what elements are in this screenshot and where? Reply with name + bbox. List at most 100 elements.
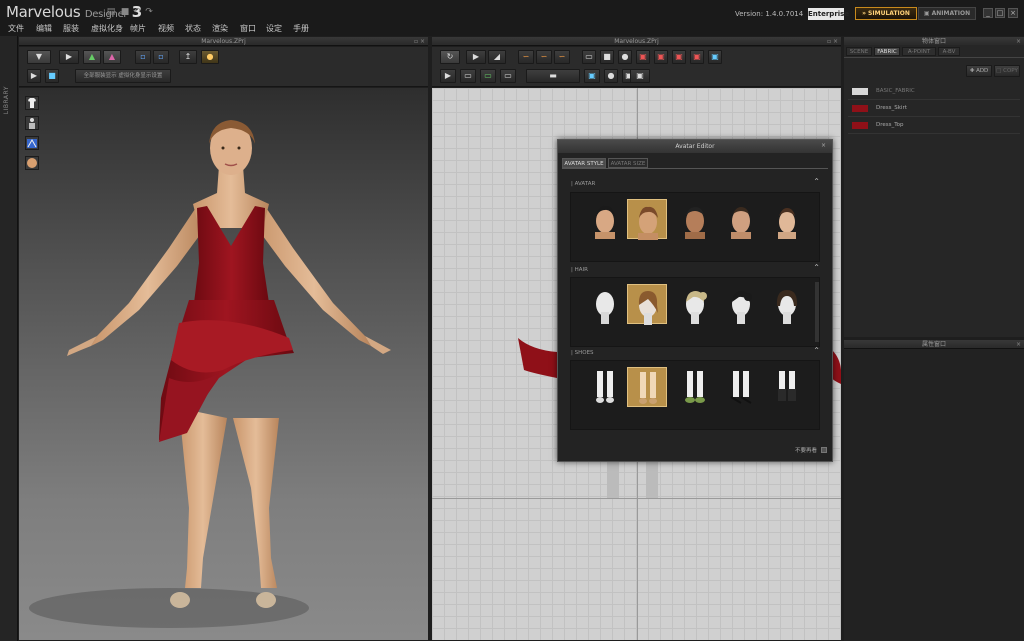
- menu-render[interactable]: 渲染: [212, 23, 228, 34]
- segment-sew-button[interactable]: ▶: [440, 69, 456, 83]
- free-sewing-button[interactable]: ▣: [708, 50, 722, 64]
- fabric-row-basic[interactable]: BASIC_FABRIC: [848, 84, 1020, 100]
- tab-avatar-size[interactable]: AVATAR SIZE: [608, 158, 648, 168]
- garment-show-button[interactable]: ▲: [83, 50, 101, 64]
- polygon-button[interactable]: ▭: [582, 50, 596, 64]
- avatar-thumbnail[interactable]: [675, 199, 715, 239]
- dart-button[interactable]: ▣: [654, 50, 668, 64]
- hair-thumbnail-strip: [570, 277, 820, 347]
- rectangle-button[interactable]: ■: [600, 50, 614, 64]
- record-button[interactable]: ■: [45, 69, 59, 83]
- shoes-thumbnail-strip: [570, 360, 820, 430]
- fabric-name: BASIC_FABRIC: [876, 88, 915, 94]
- zoom-button[interactable]: ●: [604, 69, 618, 83]
- collapse-icon[interactable]: ⌃: [813, 263, 820, 272]
- edit-point-button[interactable]: ◢: [488, 50, 506, 64]
- tab-scene[interactable]: SCENE: [846, 47, 872, 56]
- shoes-thumbnail[interactable]: [585, 367, 625, 407]
- menu-file[interactable]: 文件: [8, 23, 24, 34]
- add-point-button[interactable]: ∽: [554, 50, 570, 64]
- menu-manual[interactable]: 手册: [293, 23, 309, 34]
- trace-button[interactable]: ▣: [672, 50, 686, 64]
- menu-state[interactable]: 状态: [185, 23, 201, 34]
- rotate-pattern-button[interactable]: ↻: [440, 50, 460, 64]
- avatar-thumbnail-selected[interactable]: [627, 199, 667, 240]
- shoes-thumbnail[interactable]: [721, 367, 761, 407]
- avatar-thumbnail[interactable]: [767, 199, 807, 239]
- tab-avatar-style[interactable]: AVATAR STYLE: [562, 158, 606, 168]
- grid-toggle-button[interactable]: ▣: [630, 69, 650, 83]
- menu-edit[interactable]: 编辑: [36, 23, 52, 34]
- panel-controls-icon[interactable]: ▫ ×: [414, 37, 425, 46]
- fold-2d-button[interactable]: ▭: [500, 69, 516, 83]
- circle-button[interactable]: ●: [618, 50, 632, 64]
- avatar-thumbnail[interactable]: [721, 199, 761, 239]
- avatar-editor-title: Avatar Editor: [558, 140, 832, 153]
- curve-point-button[interactable]: ∽: [518, 50, 534, 64]
- tab-a-point[interactable]: A-POINT: [902, 47, 936, 56]
- panel-controls-icon[interactable]: ▫ ×: [827, 37, 838, 46]
- copy-fabric-button[interactable]: □ COPY: [994, 65, 1020, 77]
- garment-pink-button[interactable]: ▲: [103, 50, 121, 64]
- collapse-icon[interactable]: ⌃: [813, 346, 820, 355]
- simulation-mode-button[interactable]: » SIMULATION: [855, 7, 917, 20]
- hair-thumbnail-selected[interactable]: [627, 284, 667, 325]
- minimize-icon[interactable]: _: [983, 8, 993, 18]
- tack-button[interactable]: ▭: [460, 69, 476, 83]
- menu-frames[interactable]: 帧片: [130, 23, 146, 34]
- internal-polygon-button[interactable]: ▣: [636, 50, 650, 64]
- app-window: Marvelous Designer 3 ▤ ■ ↶ ↷ Version: 1.…: [0, 0, 1024, 641]
- undo-icon[interactable]: ↶: [132, 8, 142, 17]
- redo-icon[interactable]: ↷: [144, 8, 154, 17]
- fabric-name: Dress_Top: [876, 122, 904, 128]
- dont-show-again-checkbox[interactable]: [821, 447, 827, 453]
- avatar-tool-button[interactable]: ●: [201, 50, 219, 64]
- toolbar-2d: ↻ ▶ ◢ ∽ ∽ ∽ ▭ ■ ● ▣ ▣ ▣ ▣ ▣ ▶ ▭ ▭ ▭ ▬ ▣ …: [432, 47, 841, 87]
- close-icon[interactable]: ×: [1008, 8, 1018, 18]
- shape-button[interactable]: ▫: [153, 50, 169, 64]
- add-fabric-button[interactable]: ✚ ADD: [966, 65, 992, 77]
- property-editor-header: 属性窗口 ×: [844, 340, 1024, 349]
- sewing-button[interactable]: ▣: [690, 50, 704, 64]
- menu-video[interactable]: 视频: [158, 23, 174, 34]
- open-folder-icon[interactable]: ▤: [106, 8, 116, 17]
- menu-window[interactable]: 窗口: [240, 23, 256, 34]
- fold-button[interactable]: ▫: [135, 50, 151, 64]
- menu-garment[interactable]: 服装: [63, 23, 79, 34]
- transform-pattern-button[interactable]: ▶: [466, 50, 486, 64]
- tab-a-bv[interactable]: A-BV: [938, 47, 960, 56]
- menu-settings[interactable]: 设定: [266, 23, 282, 34]
- avatar-thumbnail[interactable]: [585, 199, 625, 239]
- texture-button[interactable]: ▣: [584, 69, 600, 83]
- hair-scrollbar[interactable]: [815, 282, 819, 342]
- collapse-icon[interactable]: ⌃: [813, 177, 820, 186]
- library-strip[interactable]: LIBRARY: [0, 36, 18, 641]
- select-move-button[interactable]: ▼: [27, 50, 51, 64]
- hair-thumbnail[interactable]: [585, 284, 625, 324]
- shoes-thumbnail-selected[interactable]: [627, 367, 667, 407]
- viewport-3d[interactable]: [19, 88, 428, 640]
- version-label: Version: 1.4.0.7014: [735, 10, 804, 18]
- fabric-row-top[interactable]: Dress_Top: [848, 118, 1020, 134]
- animation-mode-button[interactable]: ▣ ANIMATION: [918, 7, 976, 20]
- play-button[interactable]: ▶: [27, 69, 41, 83]
- menu-avatar[interactable]: 虚拟化身: [91, 23, 123, 34]
- save-icon[interactable]: ■: [120, 8, 130, 17]
- property-editor: [844, 349, 1024, 641]
- symmetry-button[interactable]: ▬: [526, 69, 580, 83]
- tab-fabric[interactable]: FABRIC: [874, 47, 900, 56]
- maximize-icon[interactable]: □: [995, 8, 1005, 18]
- hair-thumbnail[interactable]: [675, 284, 715, 324]
- hair-thumbnail[interactable]: [767, 284, 807, 324]
- hair-thumbnail[interactable]: [721, 284, 761, 324]
- shoes-thumbnail[interactable]: [675, 367, 715, 407]
- shoes-thumbnail[interactable]: [767, 367, 807, 407]
- panel-controls-icon[interactable]: ×: [1016, 340, 1021, 349]
- select-mesh-button[interactable]: ▶: [59, 50, 79, 64]
- fabric-row-skirt[interactable]: Dress_Skirt: [848, 101, 1020, 117]
- close-icon[interactable]: ×: [821, 142, 829, 150]
- edit-curve-button[interactable]: ∽: [536, 50, 552, 64]
- layer-button[interactable]: ▭: [480, 69, 496, 83]
- display-settings-field[interactable]: 全部服装显示 虚拟化身显示设置: [75, 69, 171, 83]
- pin-button[interactable]: ↥: [179, 50, 197, 64]
